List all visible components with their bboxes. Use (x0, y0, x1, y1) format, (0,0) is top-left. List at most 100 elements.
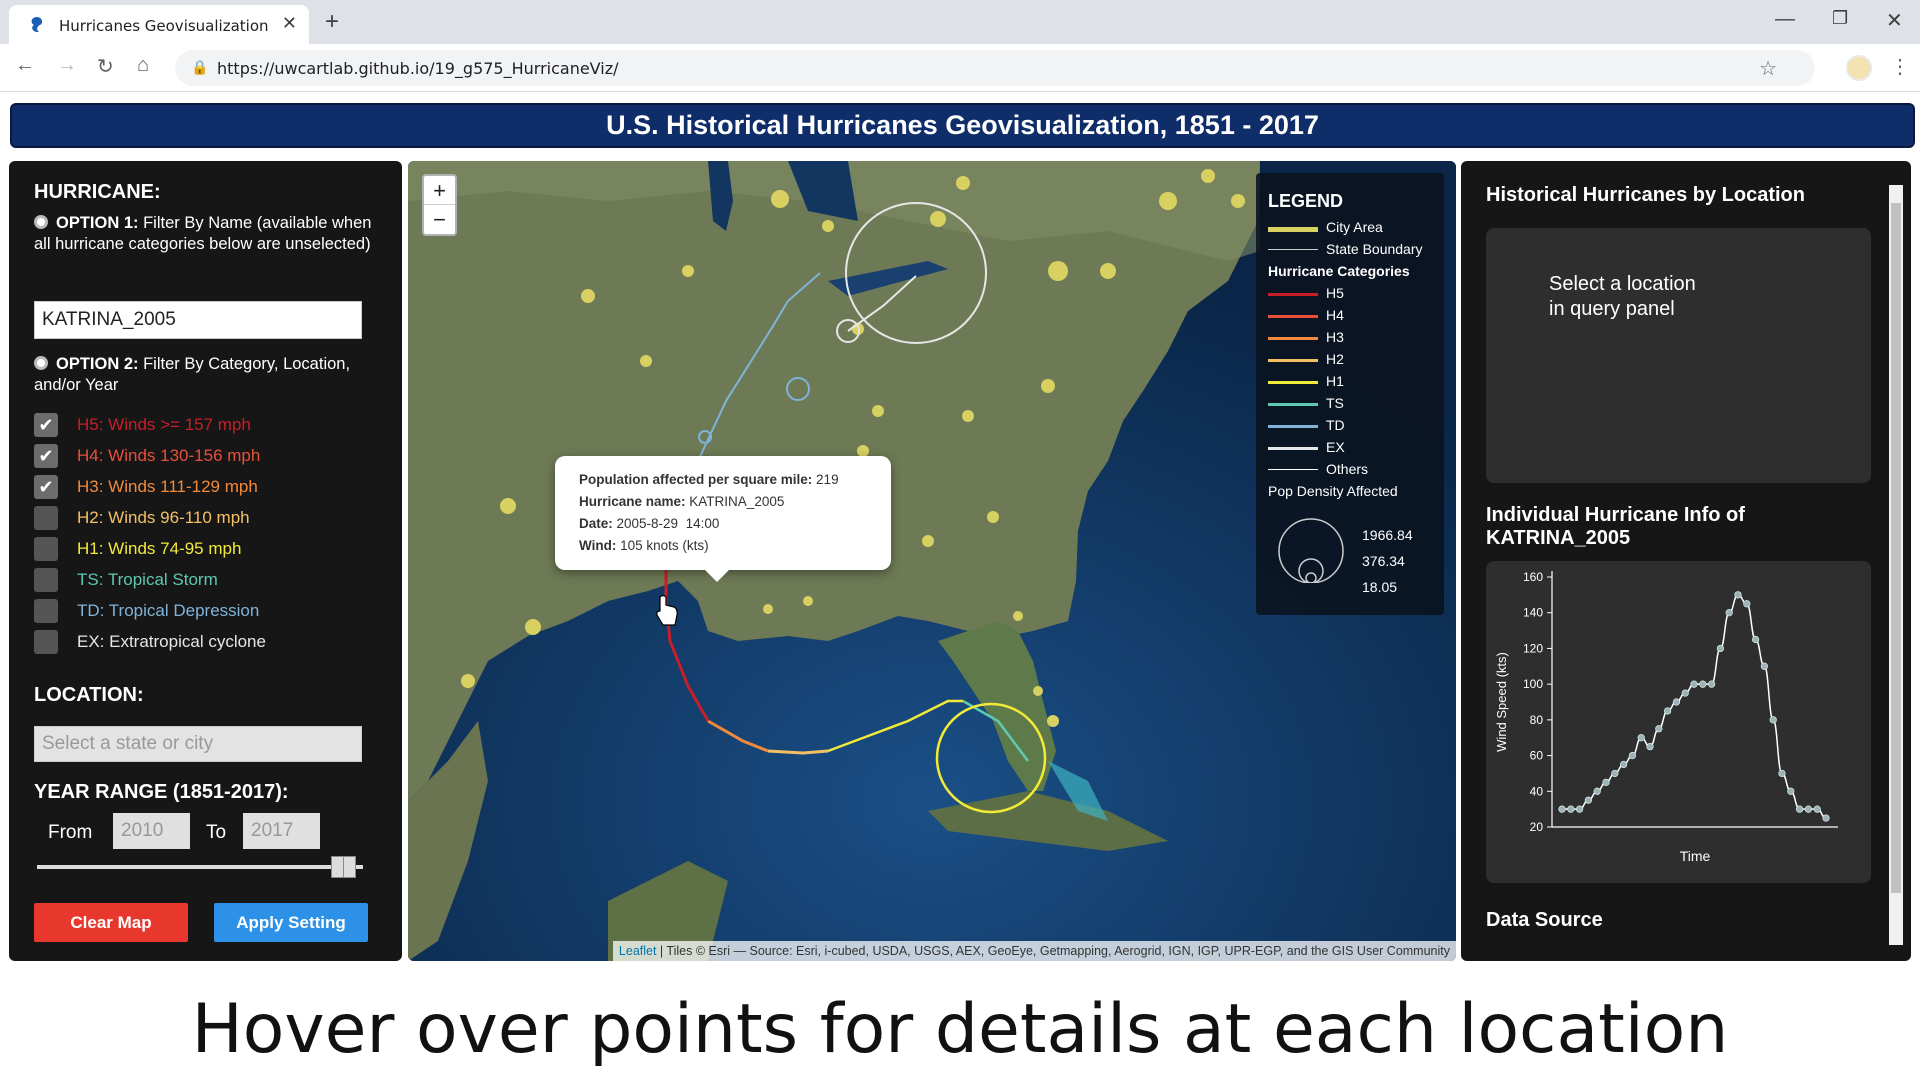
chart-data-point[interactable] (1681, 689, 1689, 697)
reload-icon[interactable]: ↻ (97, 54, 114, 79)
legend-pop-value-small: 18.05 (1362, 579, 1398, 595)
address-bar[interactable]: 🔒 https://uwcartlab.github.io/19_g575_Hu… (175, 50, 1815, 86)
zoom-out-button[interactable]: − (424, 205, 455, 234)
legend-swatch-ex (1268, 447, 1318, 450)
legend-label-ex: EX (1326, 439, 1345, 455)
bookmark-star-icon[interactable]: ☆ (1759, 56, 1777, 81)
chart-y-tick-label: 80 (1530, 713, 1544, 727)
checkbox-ts[interactable] (34, 568, 58, 592)
profile-avatar[interactable] (1846, 55, 1872, 81)
chart-data-point[interactable] (1672, 698, 1680, 706)
checkbox-h2[interactable] (34, 506, 58, 530)
checkbox-h1[interactable] (34, 537, 58, 561)
page-title: U.S. Historical Hurricanes Geovisualizat… (606, 110, 1319, 140)
checkbox-h4[interactable]: ✔ (34, 444, 58, 468)
browser-tab[interactable]: Hurricanes Geovisualization ✕ (9, 5, 309, 44)
chart-data-point[interactable] (1602, 778, 1610, 786)
chart-y-tick-label: 120 (1523, 641, 1543, 655)
chart-data-point[interactable] (1699, 680, 1707, 688)
forward-icon[interactable]: → (57, 54, 77, 77)
wind-speed-chart[interactable]: 20 40 60 80 100 120 140 160 Time Wind Speed (kts) (1486, 561, 1871, 883)
legend-label-h1: H1 (1326, 373, 1344, 389)
chart-data-point[interactable] (1637, 734, 1645, 742)
popup-wind: Wind: 105 knots (kts) (579, 538, 709, 553)
browser-menu-icon[interactable]: ⋮ (1890, 54, 1910, 79)
chart-data-point[interactable] (1787, 787, 1795, 795)
minimize-icon[interactable]: — (1775, 8, 1795, 31)
pop-density-circles-icon (1278, 518, 1344, 583)
zoom-control: + − (422, 174, 457, 236)
option2-radio-icon[interactable] (34, 356, 48, 370)
chart-data-point[interactable] (1796, 805, 1804, 813)
chart-data-point[interactable] (1716, 644, 1724, 653)
chart-data-point[interactable] (1664, 707, 1672, 715)
legend-swatch-h5 (1268, 293, 1318, 296)
year-to-input[interactable]: 2017 (243, 813, 320, 849)
to-label: To (206, 822, 227, 843)
location-select[interactable]: Select a state or city (34, 726, 362, 762)
info-scrollbar[interactable] (1889, 185, 1903, 945)
leaflet-link[interactable]: Leaflet (619, 944, 657, 958)
hurricane-name-input[interactable]: KATRINA_2005 (34, 301, 362, 339)
chart-data-point[interactable] (1743, 600, 1751, 608)
legend-swatch-others (1268, 469, 1318, 470)
chart-data-point[interactable] (1804, 805, 1813, 813)
chart-data-point[interactable] (1575, 805, 1584, 813)
apply-setting-button[interactable]: Apply Setting (214, 903, 368, 942)
chart-data-point[interactable] (1646, 743, 1654, 751)
checkbox-h3[interactable]: ✔ (34, 475, 58, 499)
chart-data-point[interactable] (1752, 635, 1760, 644)
window-close-icon[interactable]: ✕ (1886, 8, 1903, 33)
legend-pop-title: Pop Density Affected (1268, 483, 1398, 501)
year-slider-handle-to[interactable] (343, 856, 356, 878)
chart-data-point[interactable] (1760, 662, 1769, 670)
from-label: From (48, 822, 93, 843)
back-icon[interactable]: ← (15, 54, 35, 77)
new-tab-icon[interactable]: + (325, 8, 339, 36)
home-icon[interactable]: ⌂ (137, 54, 149, 77)
chart-y-label: Wind Speed (kts) (1494, 652, 1509, 752)
site-favicon-icon (31, 17, 43, 33)
chart-data-point[interactable] (1611, 769, 1619, 778)
chart-data-point[interactable] (1558, 805, 1566, 813)
browser-toolbar: ← → ↻ ⌂ 🔒 https://uwcartlab.github.io/19… (0, 44, 1920, 92)
info-scrollbar-thumb[interactable] (1891, 203, 1901, 893)
chart-data-point[interactable] (1628, 751, 1636, 760)
option1-radio[interactable]: OPTION 1: Filter By Name (available when… (34, 213, 389, 255)
hurricane-heading: HURRICANE: (34, 181, 161, 203)
year-slider-track[interactable] (37, 865, 363, 869)
zoom-in-button[interactable]: + (424, 176, 455, 205)
map-view[interactable]: + − LEGEND City Area State Boundary Hurr… (408, 161, 1456, 961)
chart-data-point[interactable] (1593, 787, 1601, 795)
chart-data-point[interactable] (1567, 805, 1575, 813)
legend-label-h4: H4 (1326, 307, 1344, 323)
popup-pop-label: Population affected per square mile: (579, 472, 813, 487)
chart-data-point[interactable] (1813, 805, 1821, 813)
category-label-h2: H2: Winds 96-110 mph (77, 508, 250, 527)
tab-close-icon[interactable]: ✕ (282, 13, 297, 34)
chart-data-point[interactable] (1620, 760, 1628, 769)
checkbox-h5[interactable]: ✔ (34, 413, 58, 437)
chart-data-point[interactable] (1708, 680, 1716, 688)
chart-data-point[interactable] (1655, 725, 1663, 733)
restore-icon[interactable]: ❐ (1832, 8, 1848, 29)
point-popup: Population affected per square mile: 219… (555, 456, 891, 582)
chart-data-point[interactable] (1584, 796, 1592, 804)
clear-map-button[interactable]: Clear Map (34, 903, 188, 942)
url-text: https://uwcartlab.github.io/19_g575_Hurr… (217, 59, 619, 78)
chart-data-point[interactable] (1734, 591, 1742, 599)
checkbox-td[interactable] (34, 599, 58, 623)
chart-data-point[interactable] (1725, 609, 1733, 617)
legend-swatch-state (1268, 249, 1318, 250)
chart-data-point[interactable] (1769, 716, 1777, 724)
chart-data-point[interactable] (1690, 680, 1698, 688)
chart-data-point[interactable] (1778, 769, 1786, 778)
checkbox-ex[interactable] (34, 630, 58, 654)
option2-radio[interactable]: OPTION 2: Filter By Category, Location, … (34, 354, 389, 396)
chart-y-tick-label: 20 (1530, 820, 1544, 834)
popup-date: Date: 2005-8-29 14:00 (579, 516, 719, 531)
chart-data-point[interactable] (1822, 814, 1830, 822)
option1-radio-icon[interactable] (34, 215, 48, 229)
year-from-input[interactable]: 2010 (113, 813, 190, 849)
legend-label-others: Others (1326, 461, 1369, 477)
